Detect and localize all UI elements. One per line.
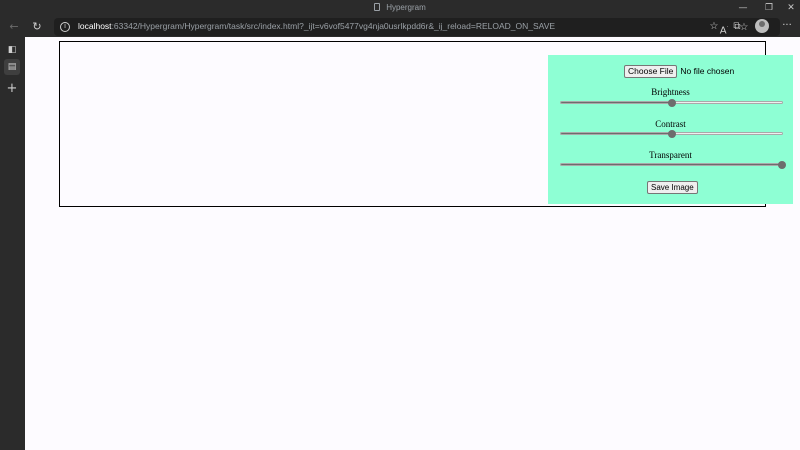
browser-toolbar: ← ↻ i localhost:63342/Hypergram/Hypergra… [0,17,800,37]
brightness-slider-fill [561,102,672,103]
choose-file-button[interactable]: Choose File [624,65,678,78]
save-image-button[interactable]: Save Image [647,181,698,194]
transparency-slider-thumb[interactable] [778,161,786,169]
file-input[interactable]: Choose File No file chosen [624,65,734,78]
more-icon[interactable]: ··· [780,19,794,33]
reload-icon[interactable]: ↻ [29,19,45,35]
new-tab-icon[interactable]: + [4,81,20,97]
document-icon [374,3,381,11]
contrast-slider[interactable] [560,130,783,138]
brightness-slider[interactable] [560,99,783,107]
url-path: :63342/Hypergram/Hypergram/task/src/inde… [111,21,556,31]
contrast-slider-thumb[interactable] [667,130,676,138]
tab-page-icon[interactable]: ▤ [4,59,20,75]
url-host: localhost [78,21,112,31]
vertical-tab-strip: ◧ ▤ + [0,37,25,450]
close-button[interactable]: ✕ [778,0,800,17]
url-text[interactable]: localhost:63342/Hypergram/Hypergram/task… [78,21,555,31]
minimize-button[interactable]: — [730,0,756,17]
window-title-text: Hypergram [386,3,426,12]
brightness-slider-thumb[interactable] [667,99,676,107]
page-content: Choose File No file chosen Brightness Con… [25,37,800,450]
transparency-slider-fill [561,164,782,165]
profile-icon[interactable] [755,19,769,33]
site-info-icon[interactable]: i [60,22,70,32]
image-canvas-frame: Choose File No file chosen Brightness Con… [59,41,793,207]
contrast-slider-fill [561,133,672,134]
address-bar[interactable]: i localhost:63342/Hypergram/Hypergram/ta… [54,18,780,36]
file-status-text: No file chosen [680,66,735,76]
controls-panel: Choose File No file chosen Brightness Con… [548,55,793,204]
tab-actions-icon[interactable]: ◧ [4,42,20,58]
favorites-icon[interactable]: ☆ [707,20,721,34]
contrast-label: Contrast [655,119,686,129]
window-title: Hypergram [0,3,800,12]
brightness-label: Brightness [651,87,690,97]
back-arrow-icon[interactable]: ← [6,19,22,35]
transparency-label: Transparent [649,150,692,160]
collections-icon[interactable]: ⧉ [730,20,744,34]
title-bar: Hypergram — ❐ ✕ [0,0,800,17]
transparency-slider[interactable] [560,161,786,169]
